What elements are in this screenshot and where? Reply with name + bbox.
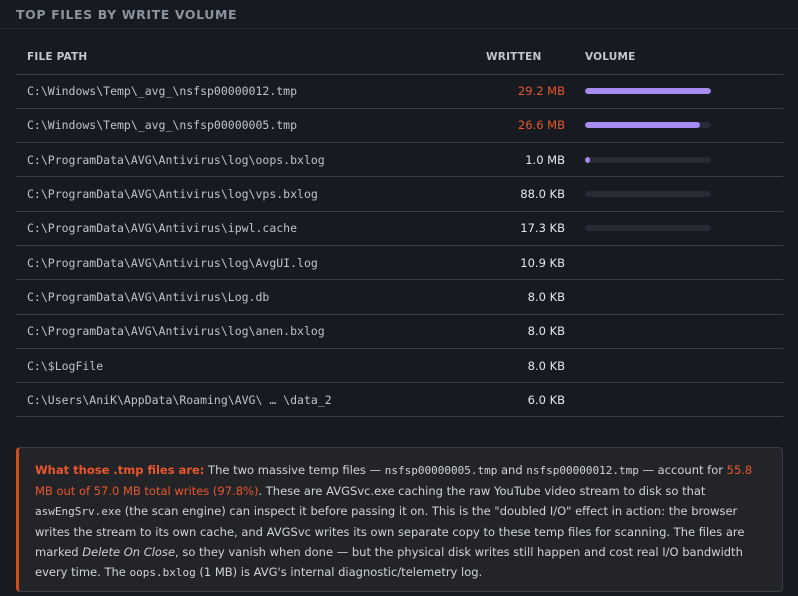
file-path-cell: C:\Windows\Temp\_avg_\nsfsp00000005.tmp — [16, 108, 486, 144]
volume-bar-track — [585, 191, 711, 198]
table-row[interactable]: C:\ProgramData\AVG\Antivirus\log\anen.bx… — [16, 314, 783, 349]
volume-cell — [571, 211, 783, 246]
callout-code-oops: oops.bxlog — [129, 566, 196, 579]
volume-bar-track — [585, 156, 711, 163]
written-cell: 17.3 KB — [486, 211, 571, 246]
table-row[interactable]: C:\ProgramData\AVG\Antivirus\ipwl.cache 1… — [16, 211, 783, 246]
written-cell: 29.2 MB — [486, 74, 571, 109]
written-cell: 8.0 KB — [486, 279, 571, 315]
callout-code-file-12: nsfsp00000012.tmp — [526, 464, 639, 477]
volume-cell — [571, 382, 783, 418]
written-cell: 88.0 KB — [486, 176, 571, 212]
table-row[interactable]: C:\ProgramData\AVG\Antivirus\log\vps.bxl… — [16, 176, 783, 212]
table-row[interactable]: C:\$LogFile 8.0 KB — [16, 348, 783, 384]
files-table: FILE PATH WRITTEN VOLUME C:\Windows\Temp… — [16, 40, 783, 418]
written-cell: 8.0 KB — [486, 314, 571, 349]
callout-text: (1 MB) is AVG's internal diagnostic/tele… — [195, 565, 483, 579]
written-cell: 8.0 KB — [486, 348, 571, 384]
volume-bar-track — [585, 225, 711, 232]
callout-code-file-5: nsfsp00000005.tmp — [384, 464, 498, 477]
volume-bar-track — [585, 88, 711, 95]
file-path-cell: C:\ProgramData\AVG\Antivirus\log\AvgUI.l… — [16, 245, 486, 281]
file-path-cell: C:\Users\AniK\AppData\Roaming\AVG\ … \da… — [16, 382, 486, 418]
file-path-cell: C:\$LogFile — [16, 348, 486, 384]
title-divider — [0, 28, 798, 29]
volume-bar-track — [585, 122, 711, 129]
file-path-cell: C:\Windows\Temp\_avg_\nsfsp00000012.tmp — [16, 74, 486, 109]
table-row[interactable]: C:\Users\AniK\AppData\Roaming\AVG\ … \da… — [16, 382, 783, 418]
written-cell: 10.9 KB — [486, 245, 571, 281]
volume-cell — [571, 279, 783, 315]
callout-text: The two massive temp files — — [204, 463, 385, 477]
file-path-cell: C:\ProgramData\AVG\Antivirus\log\vps.bxl… — [16, 176, 486, 212]
volume-cell — [571, 108, 783, 144]
callout-emphasis: Delete On Close — [82, 545, 176, 559]
callout-code-engine: aswEngSrv.exe — [35, 505, 122, 518]
table-row[interactable]: C:\Windows\Temp\_avg_\nsfsp00000012.tmp 2… — [16, 74, 783, 109]
volume-bar-fill — [585, 156, 590, 163]
written-cell: 1.0 MB — [486, 142, 571, 178]
table-row[interactable]: C:\ProgramData\AVG\Antivirus\Log.db 8.0 K… — [16, 279, 783, 315]
volume-cell — [571, 142, 783, 178]
section-title: TOP FILES BY WRITE VOLUME — [16, 7, 238, 22]
volume-bar-fill — [585, 122, 700, 129]
explanation-callout: What those .tmp files are: The two massi… — [16, 447, 783, 592]
column-header-written[interactable]: WRITTEN — [486, 40, 571, 75]
callout-text: — account for — [638, 463, 727, 477]
top-files-panel: TOP FILES BY WRITE VOLUME FILE PATH WRIT… — [0, 0, 798, 596]
column-header-file-path[interactable]: FILE PATH — [16, 40, 486, 75]
written-cell: 26.6 MB — [486, 108, 571, 144]
volume-cell — [571, 348, 783, 384]
callout-text: . These are AVGSvc.exe caching the raw Y… — [258, 484, 706, 498]
callout-text: and — [497, 463, 527, 477]
file-path-cell: C:\ProgramData\AVG\Antivirus\log\anen.bx… — [16, 314, 486, 349]
volume-cell — [571, 74, 783, 109]
volume-cell — [571, 314, 783, 349]
column-header-volume[interactable]: VOLUME — [571, 40, 783, 75]
file-path-cell: C:\ProgramData\AVG\Antivirus\ipwl.cache — [16, 211, 486, 246]
table-row[interactable]: C:\ProgramData\AVG\Antivirus\log\oops.bx… — [16, 142, 783, 178]
table-header-row: FILE PATH WRITTEN VOLUME — [16, 40, 783, 75]
file-path-cell: C:\ProgramData\AVG\Antivirus\log\oops.bx… — [16, 142, 486, 178]
file-path-cell: C:\ProgramData\AVG\Antivirus\Log.db — [16, 279, 486, 315]
table-row[interactable]: C:\Windows\Temp\_avg_\nsfsp00000005.tmp 2… — [16, 108, 783, 144]
callout-lead: What those .tmp files are: — [35, 463, 205, 477]
volume-cell — [571, 176, 783, 212]
table-row[interactable]: C:\ProgramData\AVG\Antivirus\log\AvgUI.l… — [16, 245, 783, 281]
volume-cell — [571, 245, 783, 281]
written-cell: 6.0 KB — [486, 382, 571, 418]
volume-bar-fill — [585, 88, 711, 95]
